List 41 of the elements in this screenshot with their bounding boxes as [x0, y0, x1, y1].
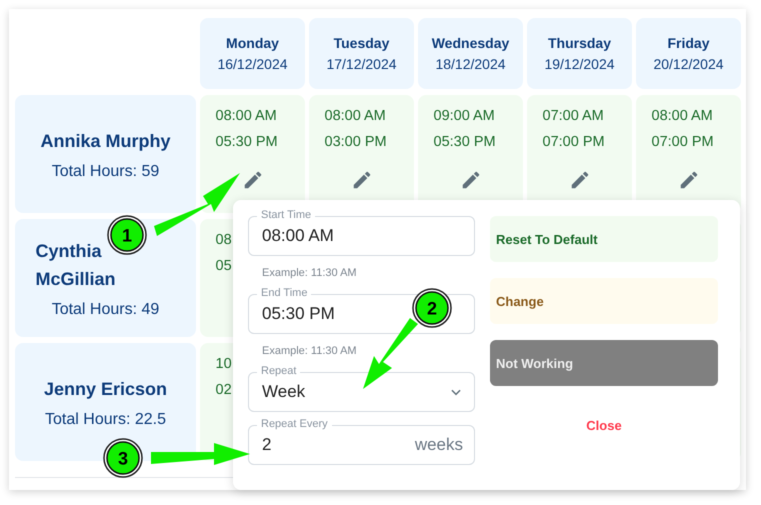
day-name: Wednesday [432, 35, 510, 51]
action-button[interactable]: Reset To Default [490, 216, 718, 262]
shift-time: 03:00 PM [324, 134, 387, 151]
shift-time: 02 [216, 382, 232, 399]
shift-time: 07:00 PM [652, 134, 714, 151]
day-date: 17/12/2024 [326, 56, 397, 72]
step-badge: 3 [103, 438, 143, 478]
shift-time: 08 [216, 232, 232, 249]
action-button[interactable]: Change [490, 278, 718, 324]
step-badge: 2 [412, 288, 452, 328]
day-name: Tuesday [334, 35, 390, 51]
close-button[interactable]: Close [490, 402, 718, 448]
shift-time: 07:00 AM [542, 108, 604, 125]
total-hours: Total Hours: 49 [52, 301, 160, 319]
total-hours: Total Hours: 59 [52, 163, 160, 181]
shift-time: 10 [216, 356, 232, 373]
day-name: Thursday [548, 35, 611, 51]
shift-time: 09:00 AM [434, 108, 495, 125]
day-date: 16/12/2024 [217, 56, 288, 72]
shift-time: 05:30 PM [434, 134, 496, 151]
shift-time: 08:00 AM [324, 108, 386, 125]
step-badge: 1 [107, 215, 147, 255]
shift-time: 07:00 PM [542, 134, 605, 151]
day-date: 19/12/2024 [544, 56, 615, 72]
day-date: 20/12/2024 [653, 56, 724, 72]
shift-time: 08:00 AM [652, 108, 713, 125]
day-date: 18/12/2024 [435, 56, 506, 72]
input-field[interactable]: Start Time 08:00 AM [248, 209, 475, 256]
shift-time: 05:30 PM [216, 134, 278, 151]
helper-text: Example: 11:30 AM [262, 266, 358, 280]
shift-time: 05 [216, 258, 232, 275]
shift-time: 08:00 AM [216, 108, 277, 125]
day-name: Monday [226, 35, 279, 51]
input-field[interactable]: Repeat Every 2 weeks [248, 418, 475, 465]
total-hours: Total Hours: 22.5 [45, 411, 166, 429]
day-name: Friday [667, 35, 710, 51]
repeat-select[interactable]: Repeat Week [248, 365, 475, 412]
callout-arrow [363, 318, 418, 389]
helper-text: Example: 11:30 AM [262, 344, 358, 358]
employee-name: Jenny Ericson [42, 378, 168, 401]
employee-name: Annika Murphy [39, 130, 172, 153]
